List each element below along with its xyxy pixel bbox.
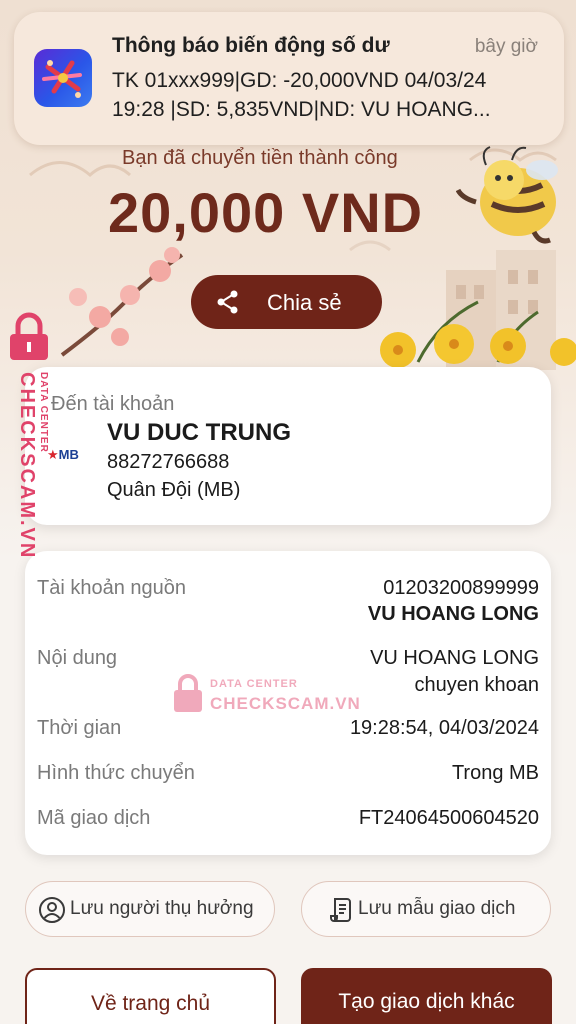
- source-account-number: 01203200899999: [383, 577, 539, 599]
- watermark-center-main: CHECKSCAM.VN: [210, 694, 361, 713]
- save-beneficiary-button[interactable]: Lưu người thụ hưởng: [25, 881, 275, 937]
- user-circle-icon: [39, 897, 65, 923]
- recipient-label: Đến tài khoản: [51, 393, 175, 415]
- source-account-label: Tài khoản nguồn: [37, 577, 187, 599]
- apricot-blossoms: [380, 300, 576, 368]
- save-beneficiary-label: Lưu người thụ hưởng: [70, 898, 254, 919]
- recipient-name: VU DUC TRUNG: [107, 419, 291, 446]
- share-label: Chia sẻ: [267, 290, 342, 315]
- content-line-2: chuyen khoan: [414, 674, 539, 696]
- home-button[interactable]: Về trang chủ: [25, 968, 276, 1024]
- transaction-id-value: FT24064500604520: [358, 807, 539, 829]
- time-value: 19:28:54, 04/03/2024: [349, 717, 539, 739]
- time-label: Thời gian: [37, 717, 122, 739]
- recipient-bank: Quân Đội (MB): [107, 479, 241, 501]
- notification-body: TK 01xxx999|GD: -20,000VND 04/03/24 19:2…: [112, 66, 558, 124]
- watermark-lock-icon: [10, 312, 48, 360]
- watermark-side: CHECKSCAM.VN DATA CENTER: [6, 312, 58, 562]
- watermark-center-lock-icon: [174, 674, 202, 712]
- watermark-center-top: DATA CENTER: [210, 678, 298, 690]
- notification-time: bây giờ: [474, 36, 538, 57]
- share-button[interactable]: Chia sẻ: [191, 275, 382, 329]
- success-message: Bạn đã chuyển tiền thành công: [122, 147, 398, 169]
- notification-title: Thông báo biến động số dư: [112, 34, 390, 57]
- recipient-account: 88272766688: [107, 451, 230, 473]
- source-account-name: VU HOANG LONG: [367, 603, 539, 625]
- notification-line-2: 19:28 |SD: 5,835VND|ND: VU HOANG...: [112, 98, 491, 121]
- content-line-1: VU HOANG LONG: [370, 647, 539, 669]
- save-template-button[interactable]: Lưu mẫu giao dịch: [301, 881, 551, 937]
- content-label: Nội dung: [37, 647, 118, 669]
- transaction-id-label: Mã giao dịch: [37, 807, 151, 829]
- save-template-label: Lưu mẫu giao dịch: [358, 898, 516, 919]
- watermark-side-small: DATA CENTER: [38, 372, 49, 453]
- share-icon: [217, 290, 238, 314]
- method-value: Trong MB: [451, 762, 539, 784]
- notification-line-1: TK 01xxx999|GD: -20,000VND 04/03/24: [112, 69, 487, 92]
- method-label: Hình thức chuyển: [37, 762, 195, 784]
- transfer-amount: 20,000 VND: [108, 181, 424, 244]
- watermark-center: DATA CENTER CHECKSCAM.VN: [172, 672, 372, 718]
- peach-blossom-branch: [60, 247, 184, 357]
- new-transaction-button[interactable]: Tạo giao dịch khác: [301, 968, 552, 1024]
- balance-notification[interactable]: Thông báo biến động số dư bây giờ TK 01x…: [14, 12, 564, 145]
- bank-app-icon: [34, 49, 92, 107]
- document-icon: [330, 898, 351, 922]
- watermark-side-main: CHECKSCAM.VN: [16, 372, 38, 560]
- recipient-card: Đến tài khoản ★MB VU DUC TRUNG 882727666…: [25, 367, 551, 525]
